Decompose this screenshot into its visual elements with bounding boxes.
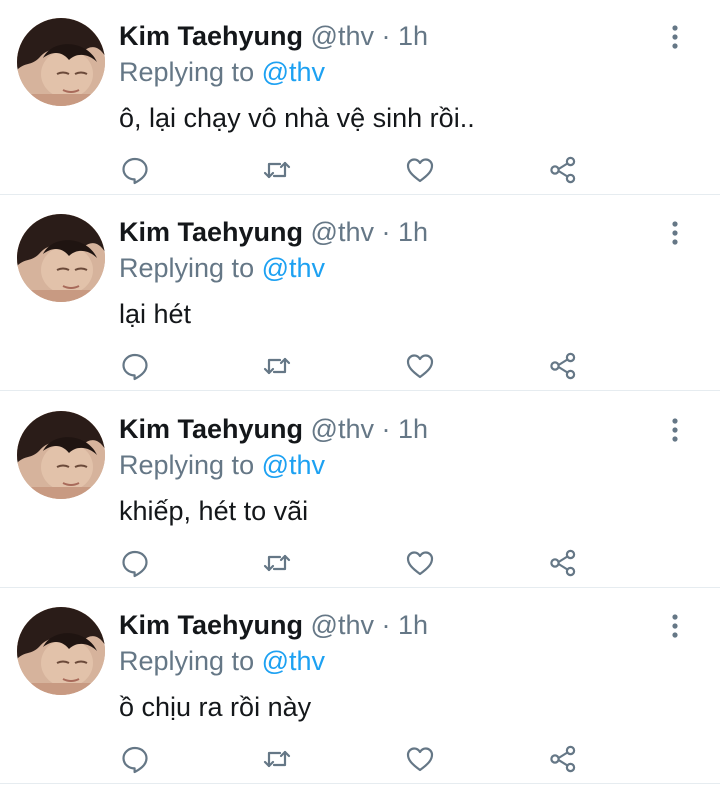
tweet-feed: Kim Taehyung @thv · 1h Replying to @thv … xyxy=(0,0,720,787)
retweet-icon[interactable] xyxy=(262,744,292,774)
author-handle[interactable]: @thv xyxy=(311,610,374,640)
author-handle[interactable]: @thv xyxy=(311,21,374,51)
replying-to: Replying to @thv xyxy=(119,251,325,285)
tweet-text: ô, lại chạy vô nhà vệ sinh rồi.. xyxy=(119,103,475,133)
avatar[interactable] xyxy=(17,411,105,499)
more-vertical-icon[interactable] xyxy=(664,415,686,445)
tweet-text: ồ chịu ra rồi này xyxy=(119,692,312,722)
tweet-text: lại hét xyxy=(119,299,192,329)
timestamp[interactable]: 1h xyxy=(398,610,428,640)
heart-icon[interactable] xyxy=(405,351,435,381)
retweet-icon[interactable] xyxy=(262,351,292,381)
replying-to: Replying to @thv xyxy=(119,448,325,482)
tweet-header: Kim Taehyung @thv · 1h xyxy=(119,608,428,642)
more-vertical-icon[interactable] xyxy=(664,22,686,52)
avatar[interactable] xyxy=(17,214,105,302)
share-icon[interactable] xyxy=(548,548,578,578)
tweet-card[interactable]: Kim Taehyung @thv · 1h Replying to @thv … xyxy=(0,196,720,391)
heart-icon[interactable] xyxy=(405,155,435,185)
author-handle[interactable]: @thv xyxy=(311,217,374,247)
tweet-header: Kim Taehyung @thv · 1h xyxy=(119,412,428,446)
reply-icon[interactable] xyxy=(120,351,150,381)
more-vertical-icon[interactable] xyxy=(664,611,686,641)
author-handle[interactable]: @thv xyxy=(311,414,374,444)
heart-icon[interactable] xyxy=(405,744,435,774)
more-vertical-icon[interactable] xyxy=(664,218,686,248)
separator-dot: · xyxy=(381,414,391,444)
reply-icon[interactable] xyxy=(120,744,150,774)
share-icon[interactable] xyxy=(548,744,578,774)
author-name[interactable]: Kim Taehyung xyxy=(119,217,303,247)
tweet-card[interactable]: Kim Taehyung @thv · 1h Replying to @thv … xyxy=(0,0,720,195)
avatar[interactable] xyxy=(17,18,105,106)
replying-to-label: Replying to xyxy=(119,253,255,283)
replying-to-handle[interactable]: @thv xyxy=(262,253,325,283)
replying-to-label: Replying to xyxy=(119,450,255,480)
avatar[interactable] xyxy=(17,607,105,695)
tweet-header: Kim Taehyung @thv · 1h xyxy=(119,215,428,249)
retweet-icon[interactable] xyxy=(262,155,292,185)
replying-to: Replying to @thv xyxy=(119,55,325,89)
replying-to-handle[interactable]: @thv xyxy=(262,57,325,87)
timestamp[interactable]: 1h xyxy=(398,21,428,51)
author-name[interactable]: Kim Taehyung xyxy=(119,414,303,444)
retweet-icon[interactable] xyxy=(262,548,292,578)
timestamp[interactable]: 1h xyxy=(398,217,428,247)
reply-icon[interactable] xyxy=(120,548,150,578)
reply-icon[interactable] xyxy=(120,155,150,185)
share-icon[interactable] xyxy=(548,155,578,185)
tweet-text: khiếp, hét to vãi xyxy=(119,496,309,526)
author-name[interactable]: Kim Taehyung xyxy=(119,610,303,640)
replying-to: Replying to @thv xyxy=(119,644,325,678)
timestamp[interactable]: 1h xyxy=(398,414,428,444)
tweet-header: Kim Taehyung @thv · 1h xyxy=(119,19,428,53)
heart-icon[interactable] xyxy=(405,548,435,578)
tweet-card[interactable]: Kim Taehyung @thv · 1h Replying to @thv … xyxy=(0,393,720,588)
replying-to-handle[interactable]: @thv xyxy=(262,646,325,676)
separator-dot: · xyxy=(381,21,391,51)
separator-dot: · xyxy=(381,217,391,247)
share-icon[interactable] xyxy=(548,351,578,381)
separator-dot: · xyxy=(381,610,391,640)
tweet-card[interactable]: Kim Taehyung @thv · 1h Replying to @thv … xyxy=(0,589,720,784)
replying-to-label: Replying to xyxy=(119,57,255,87)
replying-to-label: Replying to xyxy=(119,646,255,676)
replying-to-handle[interactable]: @thv xyxy=(262,450,325,480)
author-name[interactable]: Kim Taehyung xyxy=(119,21,303,51)
